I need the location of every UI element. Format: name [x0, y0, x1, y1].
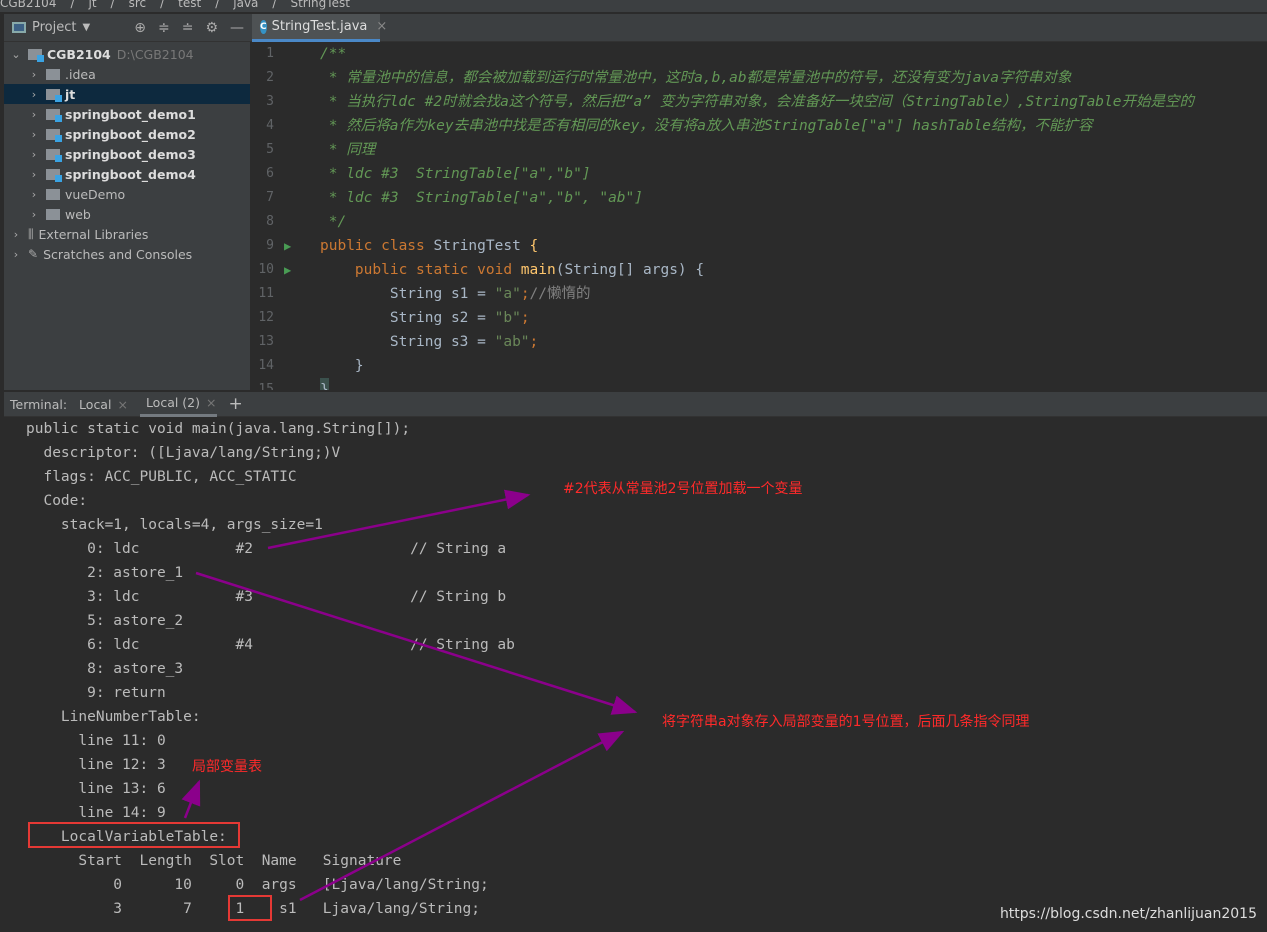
arrow-slot: [299, 730, 625, 902]
lvt-annotation: 局部变量表: [192, 759, 262, 775]
annotation-arrows: [181, 489, 638, 902]
watermark: https://blog.csdn.net/zhanlijuan2015: [999, 906, 1257, 922]
slot-highlight-box: [228, 895, 272, 921]
ldc-annotation: #2代表从常量池2号位置加载一个变量: [563, 481, 803, 497]
astore-annotation: 将字符串a对象存入局部变量的1号位置，后面几条指令同理: [662, 714, 1030, 730]
arrow-astore: [195, 571, 638, 715]
lvt-highlight-box: [28, 822, 240, 848]
arrow-ldc: [267, 489, 531, 550]
arrow-lvt: [181, 779, 201, 819]
